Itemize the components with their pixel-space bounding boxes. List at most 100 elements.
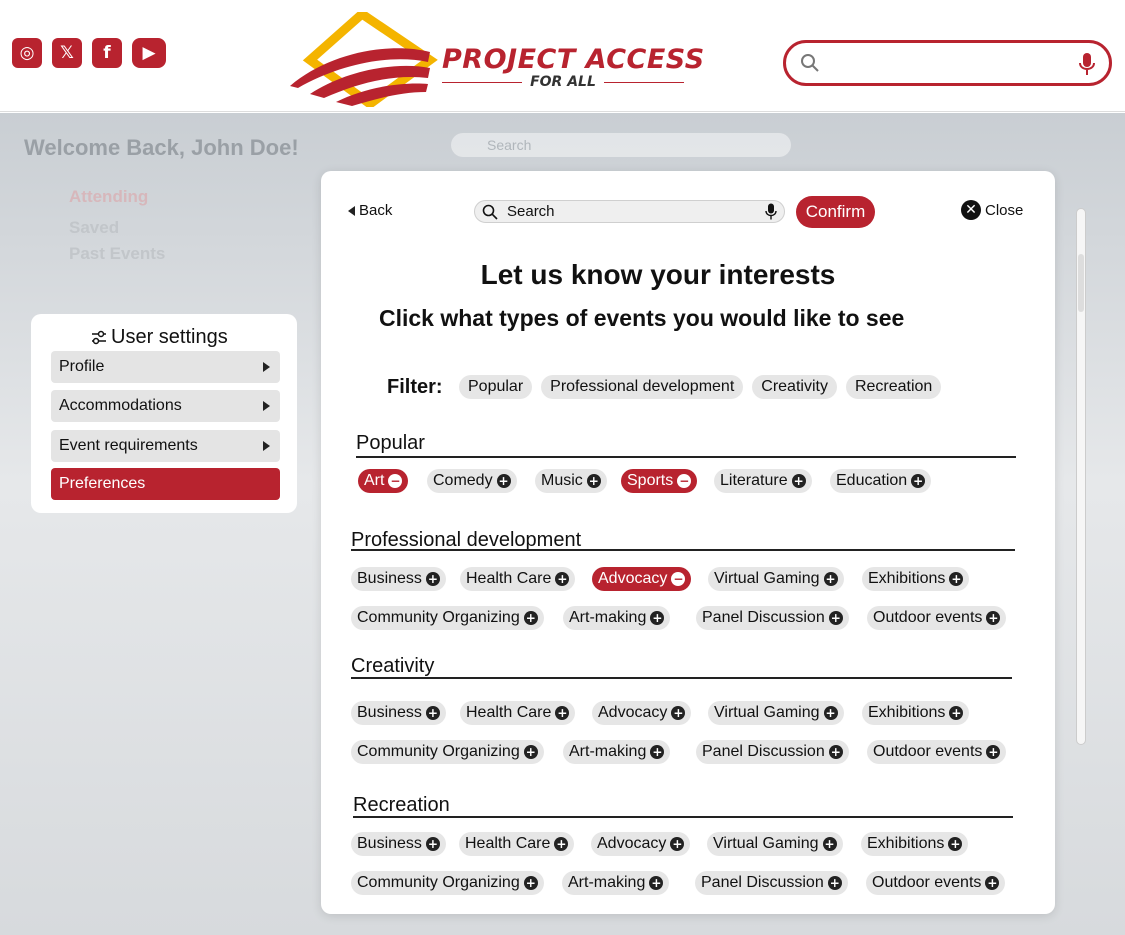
plus-circle-icon: + [586, 474, 601, 488]
interest-chip-literature[interactable]: Literature + [714, 469, 812, 493]
modal-title: Let us know your interests [480, 259, 836, 290]
interest-chip-education[interactable]: Education + [830, 469, 932, 493]
interest-chip-business[interactable]: Business + [351, 832, 446, 856]
filter-chip-popular[interactable]: Popular [459, 375, 533, 399]
modal-scrollbar[interactable] [1076, 208, 1086, 745]
plus-circle-icon: + [425, 572, 440, 586]
plus-circle-icon: + [948, 837, 963, 851]
interest-chip-exhibitions[interactable]: Exhibitions + [862, 567, 970, 591]
interest-chip-virtual-gaming[interactable]: Virtual Gaming + [707, 832, 843, 856]
interests-modal: Back Search Confirm ✕ Close Let us know … [321, 171, 1055, 914]
welcome-heading: Welcome Back, John Doe! [24, 135, 299, 160]
chip-label: Outdoor events [873, 743, 983, 760]
interest-chip-panel-discussion[interactable]: Panel Discussion + [696, 740, 849, 764]
settings-item-event-requirements[interactable]: Event requirements [51, 430, 280, 462]
filter-chip-creativity[interactable]: Creativity [752, 375, 837, 399]
chip-label: Health Care [466, 570, 552, 587]
plus-circle-icon: + [523, 611, 538, 625]
interest-chip-advocacy[interactable]: Advocacy + [592, 701, 692, 725]
interest-chip-art-making[interactable]: Art-making + [562, 871, 670, 895]
interest-search-input[interactable]: Search [474, 200, 785, 223]
plus-circle-icon: + [555, 572, 570, 586]
microphone-icon[interactable] [1079, 52, 1095, 76]
interest-chip-comedy[interactable]: Comedy + [427, 469, 517, 493]
interest-chip-health-care[interactable]: Health Care + [460, 567, 576, 591]
back-button[interactable]: Back [348, 202, 392, 219]
facebook-icon[interactable]: f [92, 38, 122, 68]
youtube-icon[interactable]: ▶ [132, 38, 166, 68]
interest-chip-panel-discussion[interactable]: Panel Discussion + [696, 606, 849, 630]
interest-chip-business[interactable]: Business + [351, 567, 446, 591]
chip-label: Art [364, 472, 385, 489]
interest-chip-art-making[interactable]: Art-making + [563, 606, 671, 630]
close-button[interactable]: ✕ Close [961, 200, 1023, 220]
site-logo[interactable]: PROJECT ACCESS FOR ALL [290, 8, 704, 110]
filter-chip-professional-development[interactable]: Professional development [541, 375, 744, 399]
plus-circle-icon: + [822, 837, 837, 851]
interest-chip-panel-discussion[interactable]: Panel Discussion + [695, 871, 848, 895]
interest-chip-exhibitions[interactable]: Exhibitions + [861, 832, 969, 856]
chip-label: Panel Discussion [702, 609, 825, 626]
scrollbar-thumb[interactable] [1078, 254, 1084, 312]
sliders-icon [92, 330, 106, 344]
logo-subtitle: FOR ALL [442, 74, 684, 90]
chip-label: Literature [720, 472, 788, 489]
settings-item-accommodations[interactable]: Accommodations [51, 390, 280, 422]
x-icon[interactable]: 𝕏 [52, 38, 82, 68]
chip-label: Health Care [466, 704, 552, 721]
interest-chip-music[interactable]: Music + [535, 469, 607, 493]
chip-label: Business [357, 570, 422, 587]
social-links: ◎ 𝕏 f ▶ [12, 38, 166, 68]
interest-chip-advocacy[interactable]: Advocacy + [591, 832, 691, 856]
interest-chip-community-organizing[interactable]: Community Organizing + [351, 871, 544, 895]
search-icon [801, 54, 819, 72]
interest-chip-sports[interactable]: Sports − [621, 469, 698, 493]
plus-circle-icon: + [828, 745, 843, 759]
site-search-input[interactable] [783, 40, 1112, 86]
interest-chip-outdoor-events[interactable]: Outdoor events + [867, 606, 1007, 630]
interest-chip-outdoor-events[interactable]: Outdoor events + [867, 740, 1007, 764]
interest-chip-community-organizing[interactable]: Community Organizing + [351, 740, 544, 764]
interest-chip-business[interactable]: Business + [351, 701, 446, 725]
interest-chip-community-organizing[interactable]: Community Organizing + [351, 606, 544, 630]
plus-circle-icon: + [985, 876, 1000, 890]
interest-chip-art-making[interactable]: Art-making + [563, 740, 671, 764]
chip-label: Outdoor events [872, 874, 982, 891]
interest-chip-exhibitions[interactable]: Exhibitions + [862, 701, 970, 725]
caret-left-icon [348, 205, 355, 216]
plus-circle-icon: + [823, 572, 838, 586]
chip-label: Virtual Gaming [714, 704, 820, 721]
chip-label: Sports [627, 472, 674, 489]
section-divider [356, 456, 1016, 458]
plus-circle-icon: + [949, 572, 964, 586]
plus-circle-icon: + [425, 837, 440, 851]
plus-circle-icon: + [650, 745, 665, 759]
chip-label: Art-making [569, 743, 647, 760]
chip-label: Art-making [569, 609, 647, 626]
interest-chip-health-care[interactable]: Health Care + [460, 701, 576, 725]
user-settings-title: User settings [91, 326, 228, 349]
interest-chip-art[interactable]: Art − [358, 469, 409, 493]
plus-circle-icon: + [555, 706, 570, 720]
plus-circle-icon: + [671, 706, 686, 720]
minus-circle-icon: − [671, 572, 686, 586]
chip-label: Community Organizing [357, 609, 520, 626]
instagram-icon[interactable]: ◎ [12, 38, 42, 68]
settings-item-label: Accommodations [59, 397, 182, 414]
settings-item-preferences[interactable]: Preferences [51, 468, 280, 500]
section-divider [351, 677, 1012, 679]
microphone-icon[interactable] [765, 203, 777, 220]
chip-label: Exhibitions [868, 704, 946, 721]
interest-chip-virtual-gaming[interactable]: Virtual Gaming + [708, 701, 844, 725]
confirm-button[interactable]: Confirm [796, 196, 875, 228]
section-heading-creativity: Creativity [351, 655, 435, 677]
search-placeholder: Search [507, 203, 555, 220]
interest-chip-virtual-gaming[interactable]: Virtual Gaming + [708, 567, 844, 591]
interest-chip-outdoor-events[interactable]: Outdoor events + [866, 871, 1006, 895]
chip-label: Advocacy [598, 570, 668, 587]
interest-chip-health-care[interactable]: Health Care + [459, 832, 575, 856]
interest-chip-advocacy[interactable]: Advocacy − [592, 567, 692, 591]
plus-circle-icon: + [828, 611, 843, 625]
settings-item-profile[interactable]: Profile [51, 351, 280, 383]
filter-chip-recreation[interactable]: Recreation [845, 375, 942, 399]
